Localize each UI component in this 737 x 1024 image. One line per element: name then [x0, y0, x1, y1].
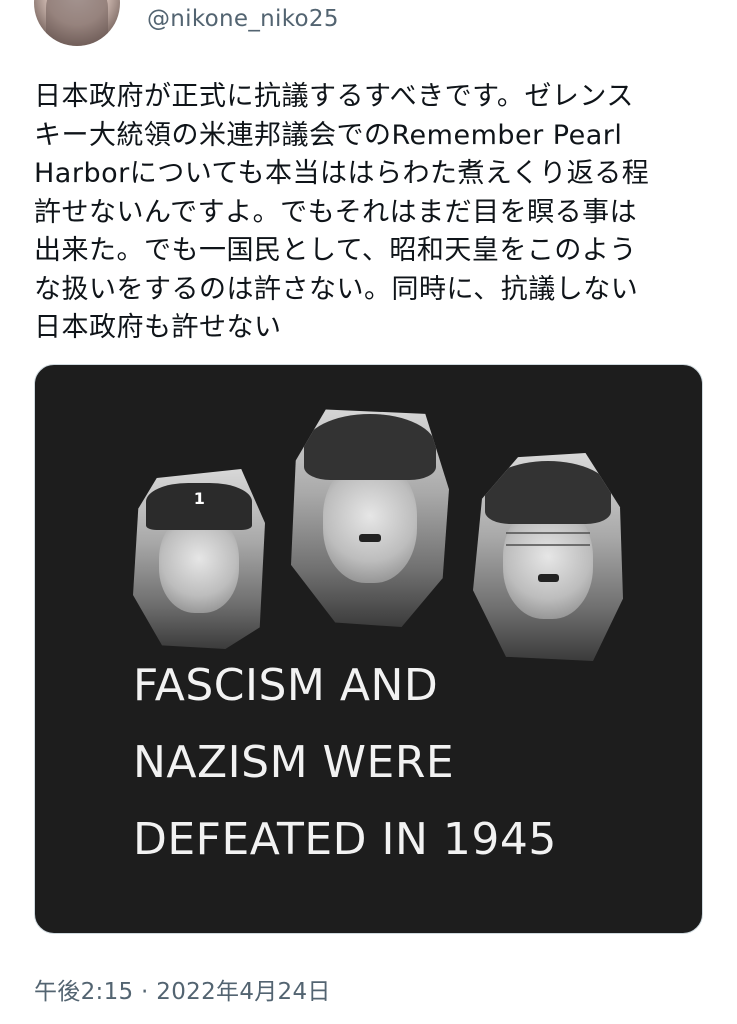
- portrait-moustache: [537, 573, 559, 582]
- media-caption-line: NAZISM WERE: [133, 737, 455, 788]
- tweet-media-image[interactable]: 1 FASCISM AND NAZISM WERE DEFEATED IN 19…: [34, 364, 703, 934]
- tweet-header: @nikone_niko25: [34, 0, 714, 50]
- tweet-text: 日本政府が正式に抗議するすべきです。ゼレンス キー大統領の米連邦議会でのReme…: [34, 81, 650, 343]
- portrait-left: 1: [133, 469, 265, 649]
- media-caption: FASCISM AND NAZISM WERE DEFEATED IN 1945: [133, 647, 673, 878]
- portrait-hair: [303, 413, 437, 481]
- portrait-moustache: [358, 533, 382, 542]
- user-handle[interactable]: @nikone_niko25: [147, 6, 339, 32]
- portrait-center: [291, 409, 449, 627]
- avatar[interactable]: [34, 0, 120, 46]
- portrait-glasses: [506, 532, 590, 547]
- media-caption-line: DEFEATED IN 1945: [133, 814, 557, 865]
- media-caption-line: FASCISM AND: [133, 660, 439, 711]
- cap-badge: 1: [193, 488, 205, 508]
- portrait-right: [473, 453, 623, 661]
- portrait-hair: [485, 461, 611, 524]
- avatar-hair-shape: [46, 0, 108, 46]
- tweet-timestamp[interactable]: 午後2:15 · 2022年4月24日: [34, 972, 331, 1006]
